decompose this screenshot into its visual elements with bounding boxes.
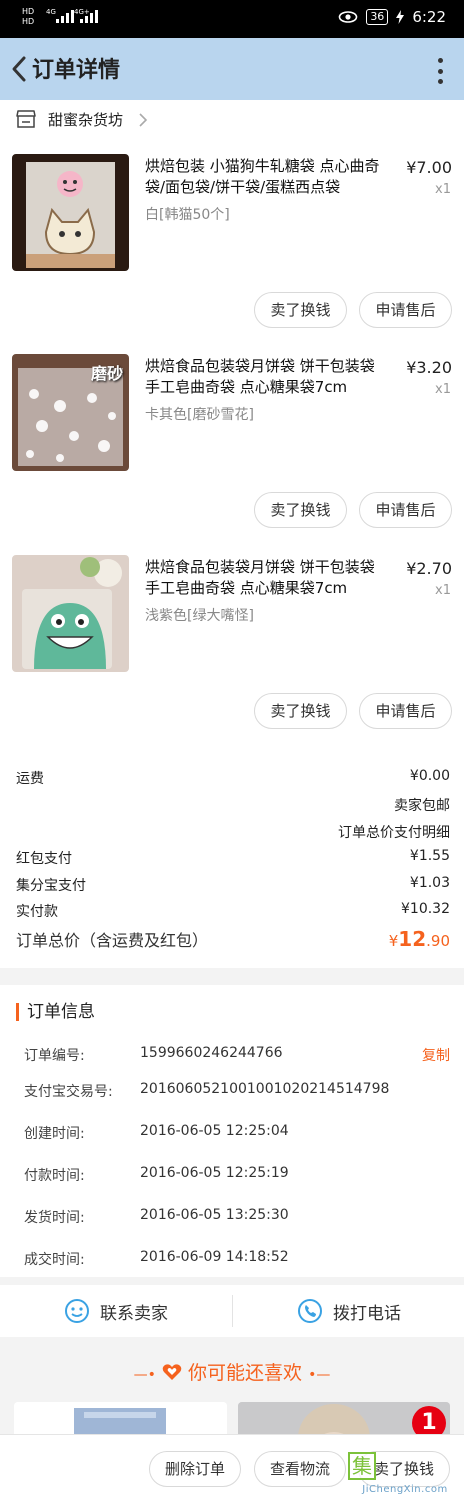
product-quantity: x1 [435, 583, 451, 598]
contact-seller-button[interactable]: 联系卖家 [0, 1285, 232, 1337]
paid-value: ¥10.32 [401, 901, 450, 917]
payment-summary: 运费 ¥0.00 卖家包邮 订单总价支付明细 红包支付 ¥1.55 集分宝支付 … [0, 764, 464, 968]
info-label: 发货时间: [24, 1210, 85, 1226]
watermark-mark: 集 [348, 1452, 376, 1480]
more-options-icon[interactable] [436, 58, 444, 84]
shipping-label: 运费 [16, 771, 44, 787]
product-name[interactable]: 烘焙包装 小猫狗牛轧糖袋 点心曲奇袋/面包袋/饼干袋/蛋糕西点袋 [145, 156, 393, 198]
call-button[interactable]: 拨打电话 [233, 1285, 464, 1337]
shop-name[interactable]: 甜蜜杂货坊 [48, 109, 123, 130]
shipping-value: ¥0.00 [409, 768, 450, 784]
jifenbao-label: 集分宝支付 [16, 878, 86, 894]
total-label: 订单总价（含运费及红包） [16, 931, 209, 950]
signal-icon-2 [80, 10, 98, 23]
sell-button[interactable]: 卖了换钱 [254, 292, 347, 328]
page-title: 订单详情 [32, 58, 121, 83]
sell-button[interactable]: 卖了换钱 [254, 492, 347, 528]
info-row: 支付宝交易号: 2016060521001001020214514798 [24, 1081, 450, 1101]
info-label: 订单编号: [24, 1048, 85, 1064]
aftersale-button[interactable]: 申请售后 [359, 492, 452, 528]
order-item: 磨砂 烘焙食品包装袋月饼袋 饼干包装袋 手工皂曲奇袋 点心糖果袋7cm 卡其色[… [0, 338, 464, 538]
phone-icon [298, 1299, 322, 1323]
battery-icon: 36 [366, 9, 389, 25]
order-info-title: 订单信息 [16, 1003, 95, 1021]
charging-icon [396, 10, 405, 24]
call-label: 拨打电话 [333, 1303, 401, 1324]
order-item: 烘焙食品包装袋月饼袋 饼干包装袋 手工皂曲奇袋 点心糖果袋7cm 浅紫色[绿大嘴… [0, 539, 464, 739]
total-decimal: .90 [426, 932, 450, 950]
contact-seller-label: 联系卖家 [100, 1303, 168, 1324]
product-quantity: x1 [435, 182, 451, 197]
network-labels: HD HD [22, 7, 35, 26]
order-number-row: 订单编号: 1599660246244766 复制 [24, 1045, 450, 1065]
back-icon[interactable] [8, 52, 32, 86]
recommend-section: —• 你可能还喜欢 •— 1 [0, 1340, 464, 1462]
watermark-logo: 集 JiChengXin.com [346, 1444, 464, 1500]
info-value: 2016-06-09 14:18:52 [140, 1249, 289, 1265]
paid-label: 实付款 [16, 904, 58, 920]
aftersale-button[interactable]: 申请售后 [359, 693, 452, 729]
product-image[interactable]: 磨砂 [12, 354, 129, 471]
info-row: 创建时间: 2016-06-05 12:25:04 [24, 1123, 450, 1143]
product-image[interactable] [12, 555, 129, 672]
order-items: 烘焙包装 小猫狗牛轧糖袋 点心曲奇袋/面包袋/饼干袋/蛋糕西点袋 白[韩猫50个… [0, 138, 464, 764]
status-bar: HD HD 4G 4G+ 36 6:22 [0, 0, 464, 38]
contact-bar: 联系卖家 拨打电话 [0, 1285, 464, 1337]
info-value: 2016-06-05 12:25:04 [140, 1123, 289, 1139]
redpacket-value: ¥1.55 [409, 848, 450, 864]
info-row: 成交时间: 2016-06-09 14:18:52 [24, 1249, 450, 1269]
view-logistics-button[interactable]: 查看物流 [254, 1451, 346, 1487]
aftersale-button[interactable]: 申请售后 [359, 292, 452, 328]
eye-icon [339, 11, 358, 23]
order-item: 烘焙包装 小猫狗牛轧糖袋 点心曲奇袋/面包袋/饼干袋/蛋糕西点袋 白[韩猫50个… [0, 138, 464, 338]
watermark-text: JiChengXin.com [362, 1484, 448, 1495]
info-row: 付款时间: 2016-06-05 12:25:19 [24, 1165, 450, 1185]
product-price: ¥2.70 [406, 559, 452, 578]
info-label: 付款时间: [24, 1168, 85, 1184]
sell-button[interactable]: 卖了换钱 [254, 693, 347, 729]
free-shipping-note: 卖家包邮 [394, 798, 450, 814]
total-value: ¥12.90 [389, 927, 450, 951]
product-quantity: x1 [435, 382, 451, 397]
delete-order-button[interactable]: 删除订单 [149, 1451, 241, 1487]
product-image-label: 磨砂 [90, 364, 123, 383]
recommend-title: —• 你可能还喜欢 •— [133, 1362, 331, 1384]
chevron-right-icon [139, 113, 148, 127]
header-bar: 订单详情 [0, 38, 464, 100]
info-label: 成交时间: [24, 1252, 85, 1268]
order-number: 1599660246244766 [140, 1045, 283, 1061]
info-value: 2016-06-05 13:25:30 [140, 1207, 289, 1223]
total-currency: ¥ [388, 932, 399, 950]
signal-icon [56, 10, 74, 23]
info-label: 支付宝交易号: [24, 1084, 113, 1100]
product-image[interactable] [12, 154, 129, 271]
jifenbao-value: ¥1.03 [409, 875, 450, 891]
product-variant: 浅紫色[绿大嘴怪] [145, 608, 254, 624]
product-name[interactable]: 烘焙食品包装袋月饼袋 饼干包装袋 手工皂曲奇袋 点心糖果袋7cm [145, 356, 393, 398]
info-row: 发货时间: 2016-06-05 13:25:30 [24, 1207, 450, 1227]
order-info: 订单信息 订单编号: 1599660246244766 复制 支付宝交易号: 2… [0, 985, 464, 1277]
product-price: ¥3.20 [406, 358, 452, 377]
product-name[interactable]: 烘焙食品包装袋月饼袋 饼干包装袋 手工皂曲奇袋 点心糖果袋7cm [145, 557, 393, 599]
recommend-title-text: 你可能还喜欢 [188, 1362, 303, 1384]
info-label: 创建时间: [24, 1126, 85, 1142]
clock: 6:22 [412, 8, 446, 26]
redpacket-label: 红包支付 [16, 851, 72, 867]
heart-icon [162, 1364, 182, 1380]
total-integer: 12 [398, 927, 427, 951]
network-type-label: 4G [46, 8, 56, 16]
shop-icon [16, 110, 36, 128]
info-value: 2016060521001001020214514798 [140, 1081, 390, 1097]
copy-button[interactable]: 复制 [422, 1045, 450, 1065]
payment-detail-link[interactable]: 订单总价支付明细 [338, 822, 450, 842]
product-variant: 卡其色[磨砂雪花] [145, 407, 254, 423]
info-value: 2016-06-05 12:25:19 [140, 1165, 289, 1181]
shop-row[interactable]: 甜蜜杂货坊 [0, 100, 464, 138]
product-price: ¥7.00 [406, 158, 452, 177]
product-variant: 白[韩猫50个] [145, 207, 230, 223]
chat-icon [65, 1299, 89, 1323]
